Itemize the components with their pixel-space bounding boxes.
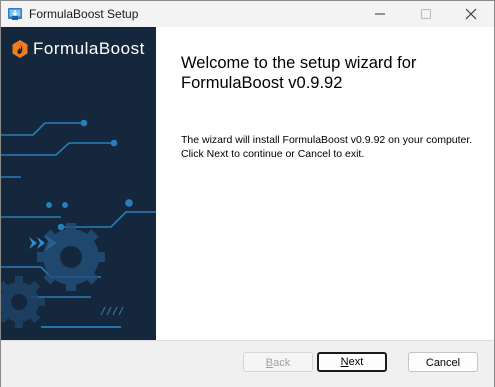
welcome-description: The wizard will install FormulaBoost v0.… <box>181 134 473 160</box>
sidebar-banner: FormulaBoost <box>1 27 156 340</box>
cancel-button[interactable]: Cancel <box>408 352 478 372</box>
close-button[interactable] <box>448 1 494 27</box>
next-button[interactable]: Next <box>317 352 387 372</box>
next-mnemonic: N <box>340 356 349 368</box>
back-label-rest: ack <box>273 357 291 369</box>
setup-window: FormulaBoost Setup FormulaBoost Welcome … <box>0 0 495 387</box>
button-bar: Back Next Cancel <box>1 340 494 387</box>
installer-icon <box>8 8 22 20</box>
title-bar[interactable]: FormulaBoost Setup <box>1 1 494 27</box>
welcome-panel: Welcome to the setup wizard for FormulaB… <box>156 27 494 340</box>
logo-text: FormulaBoost <box>33 39 145 58</box>
back-button[interactable]: Back <box>243 352 313 372</box>
window-title: FormulaBoost Setup <box>29 7 139 21</box>
maximize-button[interactable] <box>403 1 449 27</box>
circuit-gears-artwork <box>1 119 156 328</box>
maximize-icon <box>421 9 431 19</box>
flame-hexagon-icon <box>12 40 28 58</box>
next-label-rest: ext <box>348 356 364 368</box>
minimize-icon <box>375 13 385 15</box>
back-mnemonic: B <box>265 357 274 369</box>
welcome-heading: Welcome to the setup wizard for FormulaB… <box>181 54 417 92</box>
close-icon <box>465 8 477 20</box>
minimize-button[interactable] <box>357 1 403 27</box>
